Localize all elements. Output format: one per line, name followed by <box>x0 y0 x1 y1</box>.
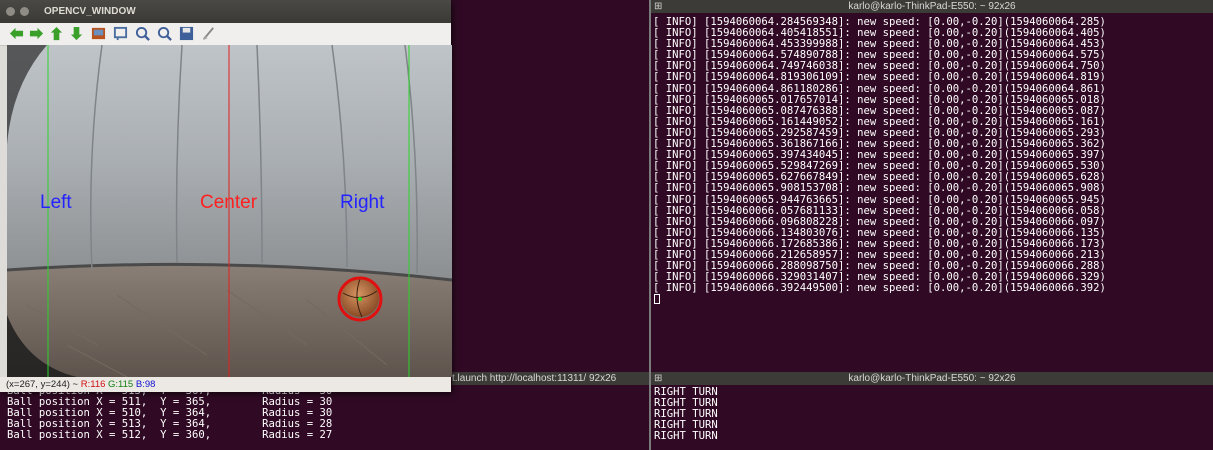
close-window-icon[interactable] <box>6 7 15 16</box>
speed-log-line: [ INFO] [1594060066.392449500]: new spee… <box>653 282 1106 295</box>
turn-output: RIGHT TURN RIGHT TURN RIGHT TURN RIGHT TURN… <box>651 385 1213 442</box>
arrow-right-icon[interactable] <box>29 26 44 41</box>
speed-log-line: [ INFO] [1594060065.944763665]: new spee… <box>653 193 1106 206</box>
left-zone-label: Left <box>40 192 72 213</box>
clear-icon[interactable] <box>201 26 216 41</box>
pixel-coords: (x=267, y=244) ~ <box>6 379 79 390</box>
speed-terminal[interactable]: [ INFO] [1594060064.284569348]: new spee… <box>651 13 1213 372</box>
camera-image[interactable]: Left Center Right <box>7 45 452 377</box>
zoom-out-icon[interactable] <box>157 26 172 41</box>
turn-output-line: RIGHT TURN <box>654 386 718 398</box>
save-image-icon[interactable] <box>91 26 106 41</box>
roslaunch-terminal-bottom[interactable] <box>452 385 649 450</box>
turn-terminal-titlebar[interactable]: ⊞ karlo@karlo-ThinkPad-E550: ~ 92x26 <box>651 372 1213 385</box>
opencv-window-titlebar[interactable]: OPENCV_WINDOW <box>0 0 451 23</box>
pixel-red-value: R:116 <box>80 379 106 390</box>
zoom-in-icon[interactable] <box>135 26 150 41</box>
ball-position-line: Ball position X = 512, Y = 360, Radius =… <box>7 429 333 442</box>
turn-terminal-title: karlo@karlo-ThinkPad-E550: ~ 92x26 <box>848 373 1016 384</box>
speed-terminal-title: karlo@karlo-ThinkPad-E550: ~ 92x26 <box>848 1 1016 12</box>
turn-output-line: RIGHT TURN <box>654 408 718 421</box>
properties-icon[interactable] <box>113 26 128 41</box>
pixel-blue-value: B:98 <box>135 379 156 390</box>
turn-terminal[interactable]: RIGHT TURN RIGHT TURN RIGHT TURN RIGHT TURN… <box>651 385 1213 450</box>
arrow-left-icon[interactable] <box>9 26 24 41</box>
center-zone-label: Center <box>200 192 258 213</box>
ball-center-marker <box>358 297 362 301</box>
ball-position-terminal[interactable]: Ball position X = 513, Y = 367, Radius =… <box>0 385 452 450</box>
turn-output-line: RIGHT TURN <box>654 430 718 443</box>
speed-terminal-titlebar[interactable]: ⊞ karlo@karlo-ThinkPad-E550: ~ 92x26 <box>651 0 1213 13</box>
speed-log-output: [ INFO] [1594060064.284569348]: new spee… <box>651 13 1213 294</box>
pixel-green-value: G:115 <box>108 379 134 390</box>
turn-output-line: RIGHT TURN <box>654 397 718 410</box>
save-icon[interactable] <box>179 26 194 41</box>
opencv-window[interactable]: OPENCV_WINDOW Left Center Right (x=267, … <box>0 0 452 392</box>
turn-output-line: RIGHT TURN <box>654 419 718 432</box>
roslaunch-terminal[interactable] <box>452 0 649 372</box>
roslaunch-terminal-title: t.launch http://localhost:11311/ 92x26 <box>452 373 617 384</box>
terminal-icon: ⊞ <box>654 1 663 12</box>
speed-log-line: [ INFO] [1594060064.861180286]: new spee… <box>653 82 1106 95</box>
speed-log-line: [ INFO] [1594060065.908153708]: new spee… <box>653 182 1106 195</box>
arrow-up-icon[interactable] <box>49 26 64 41</box>
opencv-window-title: OPENCV_WINDOW <box>44 6 136 17</box>
terminal-icon: ⊞ <box>654 373 663 384</box>
terminal-cursor <box>654 294 660 305</box>
opencv-statusbar: (x=267, y=244) ~ R:116 G:115 B:98 <box>0 377 451 392</box>
ball-position-output: Ball position X = 513, Y = 367, Radius =… <box>0 385 452 441</box>
right-zone-label: Right <box>340 192 385 213</box>
arrow-down-icon[interactable] <box>69 26 84 41</box>
roslaunch-terminal-titlebar[interactable]: t.launch http://localhost:11311/ 92x26 <box>452 372 649 385</box>
minimize-window-icon[interactable] <box>20 7 29 16</box>
opencv-toolbar <box>0 23 451 46</box>
speed-log-line: [ INFO] [1594060064.819306109]: new spee… <box>653 71 1106 84</box>
